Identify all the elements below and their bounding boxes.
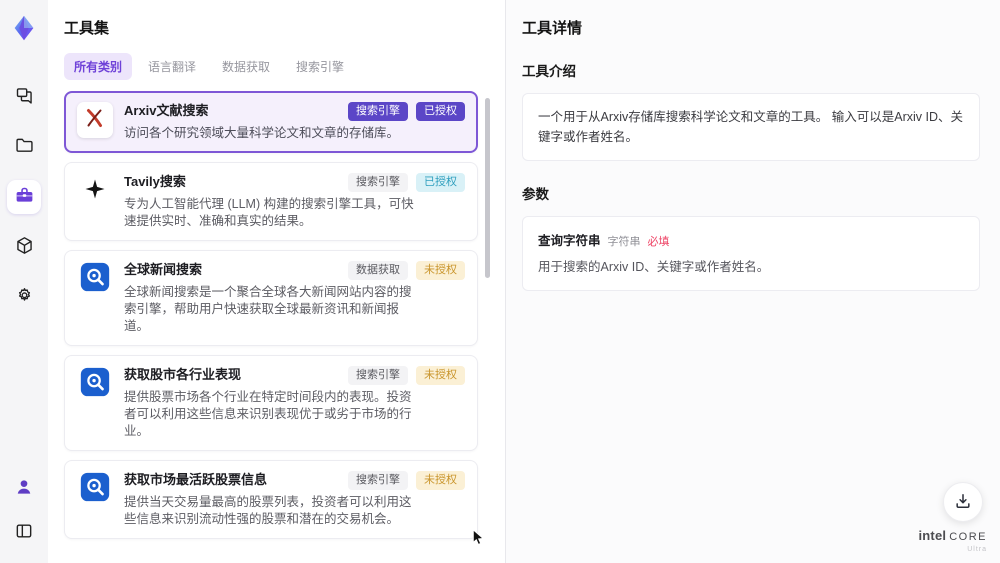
tool-card[interactable]: Tavily搜索 搜索引擎 已授权 专为人工智能代理 (LLM) 构建的搜索引擎… <box>64 162 478 241</box>
download-button[interactable] <box>943 482 983 522</box>
tools-panel: 工具集 所有类别 语言翻译 数据获取 搜索引擎 Arxiv文献搜索 搜索引擎 已授权 … <box>48 0 505 563</box>
sidebar-nav <box>7 80 41 314</box>
cube-icon <box>14 235 35 259</box>
tool-card[interactable]: Arxiv文献搜索 搜索引擎 已授权 访问各个研究领域大量科学论文和文章的存储库… <box>64 91 478 153</box>
tool-badges: 搜索引擎 未授权 <box>348 366 465 385</box>
tool-auth-badge: 已授权 <box>416 173 465 192</box>
tool-description: 专为人工智能代理 (LLM) 构建的搜索引擎工具，可快速提供实时、准确和真实的结… <box>124 197 414 228</box>
sidebar-item-files[interactable] <box>7 130 41 164</box>
param-box: 查询字符串 字符串 必填 用于搜索的Arxiv ID、关键字或作者姓名。 <box>522 216 980 291</box>
params-heading: 参数 <box>522 187 549 202</box>
app-logo-icon <box>8 12 40 44</box>
tool-category-badge: 搜索引擎 <box>348 471 408 490</box>
tool-body: Arxiv文献搜索 搜索引擎 已授权 访问各个研究领域大量科学论文和文章的存储库… <box>124 102 465 142</box>
core-logo-subtext: Ultra <box>967 546 987 553</box>
category-tab[interactable]: 数据获取 <box>212 53 280 80</box>
user-avatar-button[interactable] <box>7 471 41 505</box>
tool-auth-badge: 未授权 <box>416 366 465 385</box>
sidebar-footer <box>7 471 41 549</box>
detail-panel-title: 工具详情 <box>522 20 583 37</box>
tool-category-badge: 搜索引擎 <box>348 366 408 385</box>
tool-description: 全球新闻搜索是一个聚合全球各大新闻网站内容的搜索引擎，帮助用户快速获取全球最新资… <box>124 285 412 333</box>
tavily-star-icon <box>83 177 107 206</box>
tool-list: Arxiv文献搜索 搜索引擎 已授权 访问各个研究领域大量科学论文和文章的存储库… <box>48 89 505 543</box>
app-window: 工具集 所有类别 语言翻译 数据获取 搜索引擎 Arxiv文献搜索 搜索引擎 已授权 … <box>0 0 1000 563</box>
sidebar-item-tools[interactable] <box>7 180 41 214</box>
tool-name: 全球新闻搜索 <box>124 262 203 277</box>
tool-auth-badge: 未授权 <box>416 261 465 280</box>
gear-icon <box>14 285 35 309</box>
detail-panel: 工具详情 工具介绍 一个用于从Arxiv存储库搜索科学论文和文章的工具。 输入可… <box>505 0 1000 563</box>
tool-badges: 数据获取 未授权 <box>348 261 465 280</box>
sidebar-item-chat[interactable] <box>7 80 41 114</box>
sidebar <box>0 0 49 563</box>
intel-logo-text: intel <box>918 528 947 543</box>
category-tab[interactable]: 语言翻译 <box>138 53 206 80</box>
search-tile-icon <box>78 470 112 509</box>
tool-icon <box>77 366 113 402</box>
intro-box: 一个用于从Arxiv存储库搜索科学论文和文章的工具。 输入可以是Arxiv ID… <box>522 93 980 161</box>
user-icon <box>14 477 34 500</box>
tool-description: 访问各个研究领域大量科学论文和文章的存储库。 <box>124 126 400 140</box>
sidebar-item-settings[interactable] <box>7 280 41 314</box>
tool-body: 全球新闻搜索 数据获取 未授权 全球新闻搜索是一个聚合全球各大新闻网站内容的搜索… <box>124 261 465 335</box>
param-required-badge: 必填 <box>647 236 670 248</box>
arxiv-icon <box>82 105 108 136</box>
intro-text: 一个用于从Arxiv存储库搜索科学论文和文章的工具。 输入可以是Arxiv ID… <box>538 110 964 144</box>
search-tile-icon <box>78 365 112 404</box>
param-description: 用于搜索的Arxiv ID、关键字或作者姓名。 <box>538 260 770 274</box>
folder-icon <box>14 135 35 159</box>
tool-card[interactable]: 获取市场最活跃股票信息 搜索引擎 未授权 提供当天交易量最高的股票列表，投资者可… <box>64 460 478 539</box>
chat-icon <box>14 85 35 109</box>
tools-panel-title: 工具集 <box>64 20 110 37</box>
category-tab[interactable]: 所有类别 <box>64 53 133 80</box>
tool-description: 提供股票市场各个行业在特定时间段内的表现。投资者可以利用这些信息来识别表现优于或… <box>124 390 412 438</box>
panel-toggle-icon <box>14 521 34 544</box>
tool-badges: 搜索引擎 已授权 <box>348 173 465 192</box>
tool-card[interactable]: 全球新闻搜索 数据获取 未授权 全球新闻搜索是一个聚合全球各大新闻网站内容的搜索… <box>64 250 478 346</box>
core-logo-text: CORE <box>949 531 987 543</box>
tool-description: 提供当天交易量最高的股票列表，投资者可以利用这些信息来识别流动性强的股票和潜在的… <box>124 495 412 526</box>
tool-card[interactable]: 获取股市各行业表现 搜索引擎 未授权 提供股票市场各个行业在特定时间段内的表现。… <box>64 355 478 451</box>
tool-category-badge: 搜索引擎 <box>348 102 408 121</box>
tool-category-badge: 搜索引擎 <box>348 173 408 192</box>
tool-icon <box>77 102 113 138</box>
tool-name: Tavily搜索 <box>124 174 186 189</box>
tool-category-badge: 数据获取 <box>348 261 408 280</box>
tool-body: 获取股市各行业表现 搜索引擎 未授权 提供股票市场各个行业在特定时间段内的表现。… <box>124 366 465 440</box>
tool-icon <box>77 173 113 209</box>
tool-name: Arxiv文献搜索 <box>124 103 209 118</box>
sidebar-item-models[interactable] <box>7 230 41 264</box>
tool-auth-badge: 未授权 <box>416 471 465 490</box>
tool-body: Tavily搜索 搜索引擎 已授权 专为人工智能代理 (LLM) 构建的搜索引擎… <box>124 173 465 230</box>
tool-badges: 搜索引擎 已授权 <box>348 102 465 121</box>
tool-icon <box>77 261 113 297</box>
param-type: 字符串 <box>607 236 641 248</box>
tool-icon <box>77 471 113 507</box>
download-icon <box>953 491 973 514</box>
tool-auth-badge: 已授权 <box>416 102 465 121</box>
category-tab[interactable]: 搜索引擎 <box>286 53 354 80</box>
tool-name: 获取股市各行业表现 <box>124 367 242 382</box>
category-tabs: 所有类别 语言翻译 数据获取 搜索引擎 <box>64 53 489 80</box>
tool-body: 获取市场最活跃股票信息 搜索引擎 未授权 提供当天交易量最高的股票列表，投资者可… <box>124 471 465 528</box>
search-tile-icon <box>78 260 112 299</box>
param-name: 查询字符串 <box>538 234 601 248</box>
intel-core-watermark: intel CORE Ultra <box>918 529 987 553</box>
list-scrollbar-thumb[interactable] <box>485 98 490 278</box>
panel-toggle-button[interactable] <box>7 515 41 549</box>
tool-name: 获取市场最活跃股票信息 <box>124 472 268 487</box>
tool-badges: 搜索引擎 未授权 <box>348 471 465 490</box>
intro-heading: 工具介绍 <box>522 64 576 79</box>
toolbox-icon <box>14 185 35 209</box>
